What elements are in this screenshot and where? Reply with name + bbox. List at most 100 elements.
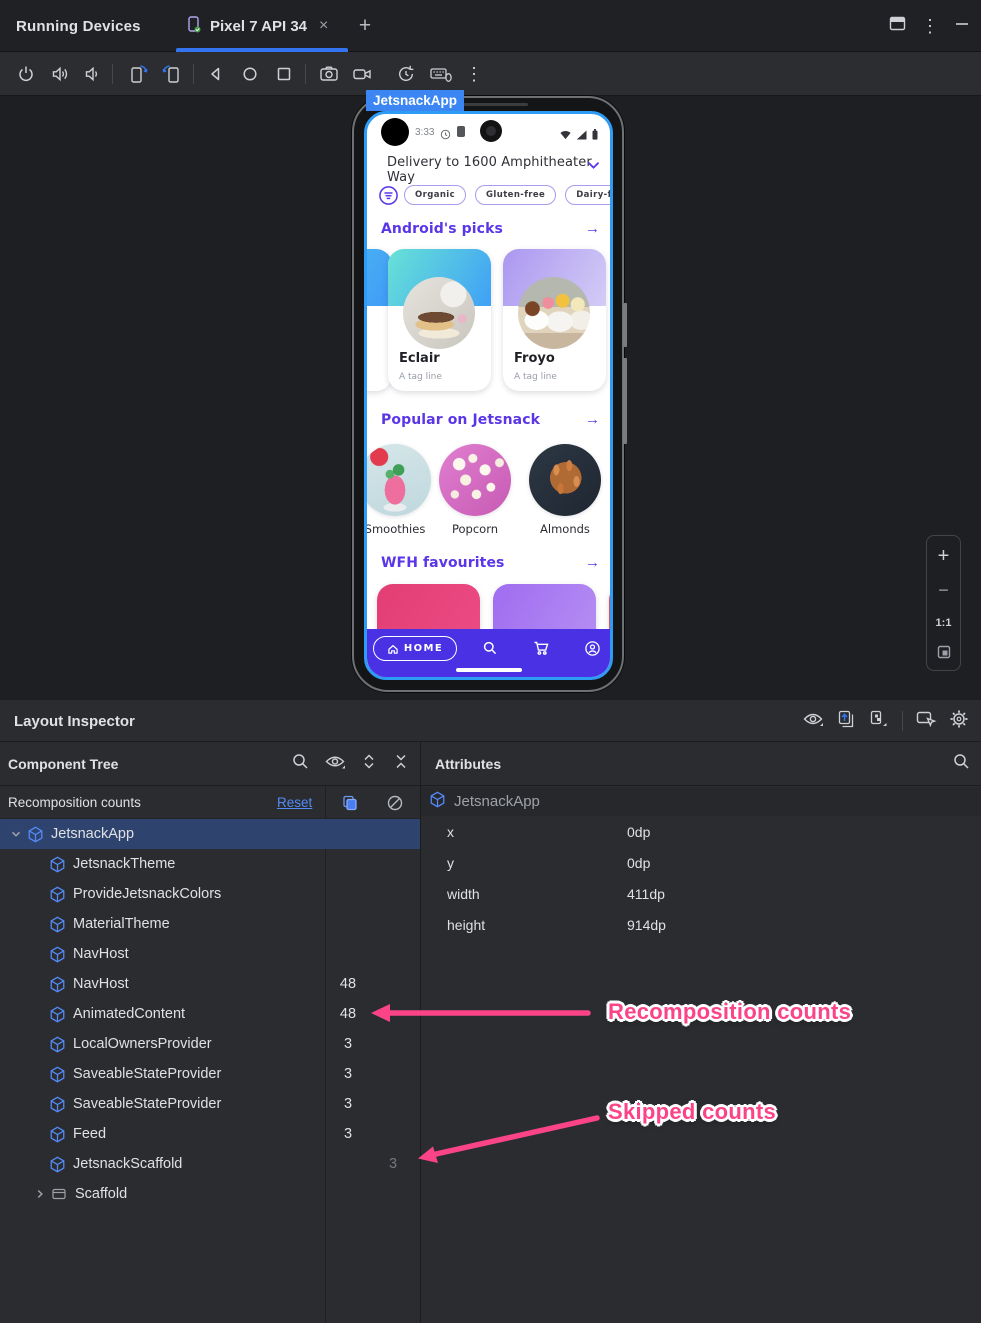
component-tree: JetsnackApp JetsnackTheme ProvideJetsnackC… [0, 819, 420, 1209]
attributes-component-header: JetsnackApp [421, 787, 981, 816]
expand-all-icon[interactable] [360, 752, 378, 776]
home-indicator-bar[interactable] [455, 668, 522, 672]
volume-down-icon[interactable] [80, 62, 104, 86]
recomposition-count: 3 [343, 1066, 353, 1082]
popular-item-smoothies[interactable] [367, 444, 431, 516]
tree-node-label: JetsnackTheme [73, 856, 176, 872]
home-button-icon[interactable] [238, 62, 262, 86]
chevron-right-icon[interactable] [30, 1188, 50, 1200]
reset-counts-link[interactable]: Reset [277, 786, 312, 819]
tree-row-animatedcontent[interactable]: AnimatedContent 48 [0, 999, 420, 1029]
attribute-row-x[interactable]: x 0dp [421, 816, 981, 847]
chevron-down-icon[interactable] [6, 828, 26, 840]
device-phone-icon [184, 15, 202, 38]
attribute-value: 0dp [627, 854, 651, 871]
toolbar-more-icon[interactable]: ⋮ [462, 62, 486, 86]
delivery-address-selector[interactable]: Delivery to 1600 Amphitheater Way [387, 155, 610, 185]
snack-card-froyo[interactable]: Froyo A tag line [503, 249, 606, 391]
tab-pixel-7-api-34[interactable]: Pixel 7 API 34 × [176, 0, 348, 52]
highlight-recompositions-icon[interactable] [340, 793, 360, 813]
record-video-icon[interactable] [350, 62, 374, 86]
settings-gear-icon[interactable] [949, 709, 969, 734]
card-tagline: A tag line [399, 372, 442, 382]
tab-close-icon[interactable]: × [319, 17, 328, 35]
compose-node-icon [48, 915, 66, 933]
wifi-icon [560, 127, 571, 145]
chevron-down-icon[interactable] [587, 157, 600, 175]
tree-row-navhost[interactable]: NavHost [0, 939, 420, 969]
attribute-row-height[interactable]: height 914dp [421, 909, 981, 940]
filter-chip[interactable]: Organic [404, 185, 467, 205]
overview-button-icon[interactable] [272, 62, 296, 86]
disable-counts-icon[interactable] [385, 793, 405, 813]
attribute-name: x [447, 823, 454, 840]
attribute-row-y[interactable]: y 0dp [421, 847, 981, 878]
attributes-search-icon[interactable] [952, 752, 971, 776]
attribute-row-width[interactable]: width 411dp [421, 878, 981, 909]
fit-to-window-button[interactable] [927, 640, 960, 664]
popular-item-popcorn[interactable] [439, 444, 511, 516]
arrow-right-icon[interactable]: → [585, 220, 600, 237]
tree-search-icon[interactable] [291, 752, 310, 776]
snack-card-eclair[interactable]: Eclair A tag line [388, 249, 491, 391]
filter-chip[interactable]: Dairy-free [565, 185, 610, 205]
tree-row-materialtheme[interactable]: MaterialTheme [0, 909, 420, 939]
volume-up-icon[interactable] [48, 62, 72, 86]
section-header-picks: Android's picks → [381, 220, 600, 237]
tree-row-navhost[interactable]: NavHost 48 [0, 969, 420, 999]
home-icon [388, 644, 398, 654]
device-snapshots-icon[interactable] [394, 62, 418, 86]
bottom-nav-bar: HOME [367, 629, 610, 677]
tree-row-localownersprovider[interactable]: LocalOwnersProvider 3 [0, 1029, 420, 1059]
attributes-component-name: JetsnackApp [454, 793, 540, 810]
add-tab-button[interactable]: + [353, 14, 377, 38]
tree-row-feed[interactable]: Feed 3 [0, 1119, 420, 1149]
section-title: Android's picks [381, 220, 503, 237]
actual-size-button[interactable]: 1:1 [927, 612, 960, 634]
screenshot-icon[interactable] [317, 62, 341, 86]
filter-chip[interactable]: Gluten-free [475, 185, 557, 205]
view-options-eye-icon[interactable] [802, 709, 824, 734]
window-options-icon[interactable]: ⋮ [921, 17, 939, 35]
filters-icon[interactable] [378, 185, 399, 211]
nav-profile-icon[interactable] [583, 639, 601, 657]
arrow-right-icon[interactable]: → [585, 411, 600, 428]
rotate-left-icon[interactable] [126, 62, 150, 86]
tree-row-jetsnackapp[interactable]: JetsnackApp [0, 819, 420, 849]
section-title: Popular on Jetsnack [381, 411, 541, 428]
export-snapshot-icon[interactable] [836, 709, 856, 734]
compose-node-icon [48, 885, 66, 903]
attributes-title: Attributes [435, 756, 502, 772]
minimize-icon[interactable] [953, 15, 971, 38]
zoom-in-button[interactable]: + [927, 544, 960, 568]
tree-row-jetsnackscaffold[interactable]: JetsnackScaffold 3 [0, 1149, 420, 1179]
tree-row-providejetsnackcolors[interactable]: ProvideJetsnackColors [0, 879, 420, 909]
back-button-icon[interactable] [204, 62, 228, 86]
arrow-right-icon[interactable]: → [585, 554, 600, 571]
recomposition-counts-label: Recomposition counts [8, 795, 141, 810]
hide-window-icon[interactable] [888, 14, 907, 38]
popular-item-almonds[interactable] [529, 444, 601, 516]
nav-search-icon[interactable] [481, 639, 499, 657]
hardware-input-icon[interactable] [429, 62, 453, 86]
select-component-icon[interactable] [915, 709, 937, 734]
layout-inspector-panel: Layout Inspector Component Tree Attribut… [0, 700, 981, 1323]
zoom-out-button[interactable]: − [927, 578, 960, 602]
popular-item-label: Almonds [540, 522, 590, 536]
rotate-right-icon[interactable] [160, 62, 184, 86]
device-screen[interactable]: 3:33 Delivery to 1600 Amphitheater Way O… [364, 111, 613, 680]
power-button-icon[interactable] [14, 62, 38, 86]
collapse-all-icon[interactable] [392, 752, 410, 776]
tree-row-saveablestateprovider[interactable]: SaveableStateProvider 3 [0, 1089, 420, 1119]
tree-node-label: JetsnackApp [51, 826, 135, 842]
tree-row-scaffold[interactable]: Scaffold [0, 1179, 420, 1209]
tree-row-saveablestateprovider[interactable]: SaveableStateProvider 3 [0, 1059, 420, 1089]
tree-row-jetsnacktheme[interactable]: JetsnackTheme [0, 849, 420, 879]
nav-cart-icon[interactable] [532, 639, 550, 657]
component-tree-title: Component Tree [8, 756, 119, 772]
tree-node-label: SaveableStateProvider [73, 1066, 222, 1082]
tree-settings-icon[interactable] [868, 709, 890, 734]
tree-node-label: LocalOwnersProvider [73, 1036, 212, 1052]
nav-home-button[interactable]: HOME [373, 636, 457, 661]
tree-visibility-eye-icon[interactable] [324, 752, 346, 776]
